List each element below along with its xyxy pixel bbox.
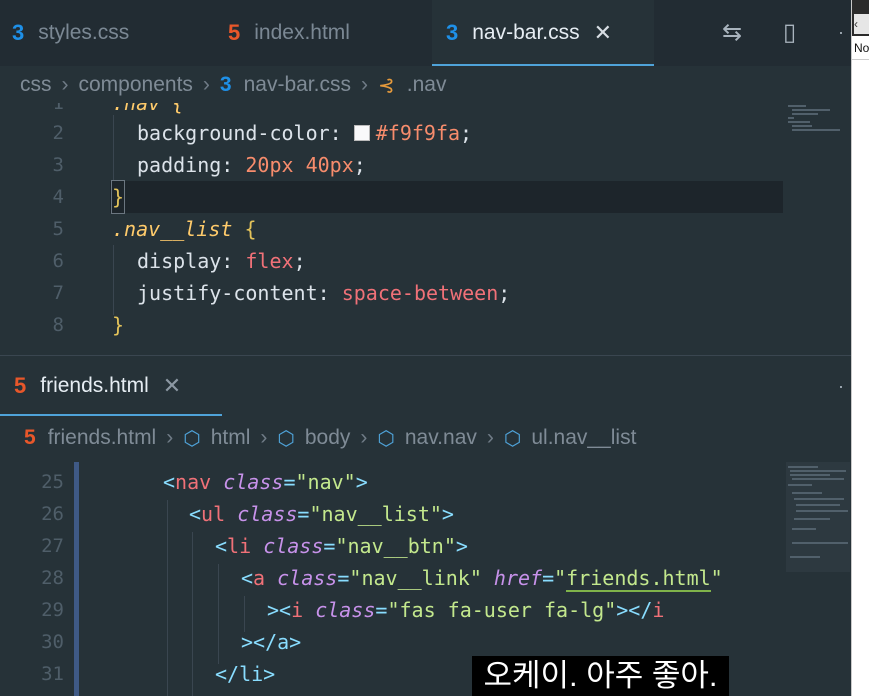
html5-icon: 5 — [228, 20, 241, 45]
breadcrumb: 5 friends.html › ⬡ html › ⬡ body › ⬡ nav… — [24, 420, 636, 456]
code-line: 8 } — [52, 313, 125, 337]
symbol-class-icon: ⊰ — [377, 74, 395, 97]
element-cube-icon: ⬡ — [277, 427, 295, 450]
code-line: 27 <li class="nav__btn"> — [41, 534, 468, 558]
tab-index-html[interactable]: 5 index.html — [228, 0, 350, 66]
code-line: 7 justify-content: space-between; — [52, 281, 511, 305]
tab-label: friends.html — [40, 374, 149, 397]
code-line: 26 <ul class="nav__list"> — [41, 502, 454, 526]
editor-tab-bar: 3 styles.css 5 index.html 3 nav-bar.css … — [0, 0, 851, 66]
css3-icon: 3 — [219, 73, 232, 96]
breadcrumb-components[interactable]: components — [79, 73, 193, 97]
css3-icon: 3 — [446, 20, 459, 45]
video-subtitle: 오케이. 아주 좋아. — [472, 656, 729, 696]
html5-icon: 5 — [14, 373, 27, 398]
split-editor-icon[interactable]: ▯ — [783, 18, 796, 47]
element-cube-icon: ⬡ — [377, 427, 395, 450]
more-actions-icon[interactable]: · — [838, 22, 844, 43]
link-target: friends.html — [566, 566, 711, 592]
breadcrumb-html[interactable]: html — [211, 426, 251, 450]
code-line: 29 ><i class="fas fa-user fa-lg"></i — [41, 598, 665, 622]
code-line-current: 4 } — [0, 180, 851, 214]
close-icon[interactable]: ✕ — [594, 20, 612, 46]
code-line: 25 <nav class="nav"> — [41, 470, 368, 494]
code-line: 30 ></a> — [41, 630, 302, 654]
breadcrumb-nav[interactable]: nav.nav — [405, 426, 477, 450]
chevron-right-icon: › — [360, 73, 368, 96]
chevron-right-icon: › — [260, 426, 268, 449]
html5-icon: 5 — [24, 426, 36, 449]
css-editor[interactable]: 1 .nav { 2 background-color: #f9f9fa; 3 … — [0, 103, 851, 356]
code-line: 28 <a class="nav__link" href="friends.ht… — [41, 566, 723, 592]
compare-changes-icon[interactable]: ⇆ — [722, 18, 742, 47]
breadcrumb-symbol[interactable]: .nav — [407, 73, 447, 97]
breadcrumb-body[interactable]: body — [305, 426, 351, 450]
tab-label: nav-bar.css — [472, 21, 580, 44]
breadcrumb: css › components › 3 nav-bar.css › ⊰ .na… — [20, 67, 446, 103]
css3-icon: 3 — [12, 20, 25, 45]
code-line: 6 display: flex; — [52, 249, 306, 273]
color-swatch[interactable] — [353, 125, 370, 141]
current-line-highlight — [110, 181, 783, 213]
more-actions-icon[interactable]: · — [838, 376, 844, 397]
chevron-right-icon: › — [486, 426, 494, 449]
browser-preview-panel: ‹ No — [851, 0, 869, 696]
tab-nav-bar-css[interactable]: 3 nav-bar.css ✕ — [432, 0, 654, 66]
element-cube-icon: ⬡ — [183, 427, 201, 450]
close-icon[interactable]: ✕ — [163, 373, 181, 399]
browser-tab[interactable]: ‹ — [854, 14, 869, 34]
browser-text: No — [854, 41, 869, 55]
tab-friends-html[interactable]: 5 friends.html ✕ — [0, 356, 222, 416]
breadcrumb-ul[interactable]: ul.nav__list — [531, 426, 636, 450]
element-cube-icon: ⬡ — [503, 427, 522, 450]
code-line: 3 padding: 20px 40px; — [52, 153, 366, 177]
browser-titlebar: ‹ — [852, 0, 869, 36]
divider — [852, 59, 869, 60]
breadcrumb-file[interactable]: nav-bar.css — [244, 73, 351, 97]
tab-styles-css[interactable]: 3 styles.css — [12, 0, 129, 66]
tab-label: styles.css — [38, 21, 130, 44]
code-line: 2 background-color: #f9f9fa; — [52, 121, 473, 145]
tab-label: index.html — [254, 21, 350, 44]
code-line: 5 .nav__list { — [52, 217, 257, 241]
chevron-right-icon: › — [61, 73, 69, 96]
breadcrumb-file[interactable]: friends.html — [48, 426, 157, 450]
chevron-right-icon: › — [166, 426, 174, 449]
chevron-right-icon: › — [202, 73, 210, 96]
chevron-right-icon: › — [360, 426, 368, 449]
breadcrumb-css[interactable]: css — [20, 73, 52, 97]
